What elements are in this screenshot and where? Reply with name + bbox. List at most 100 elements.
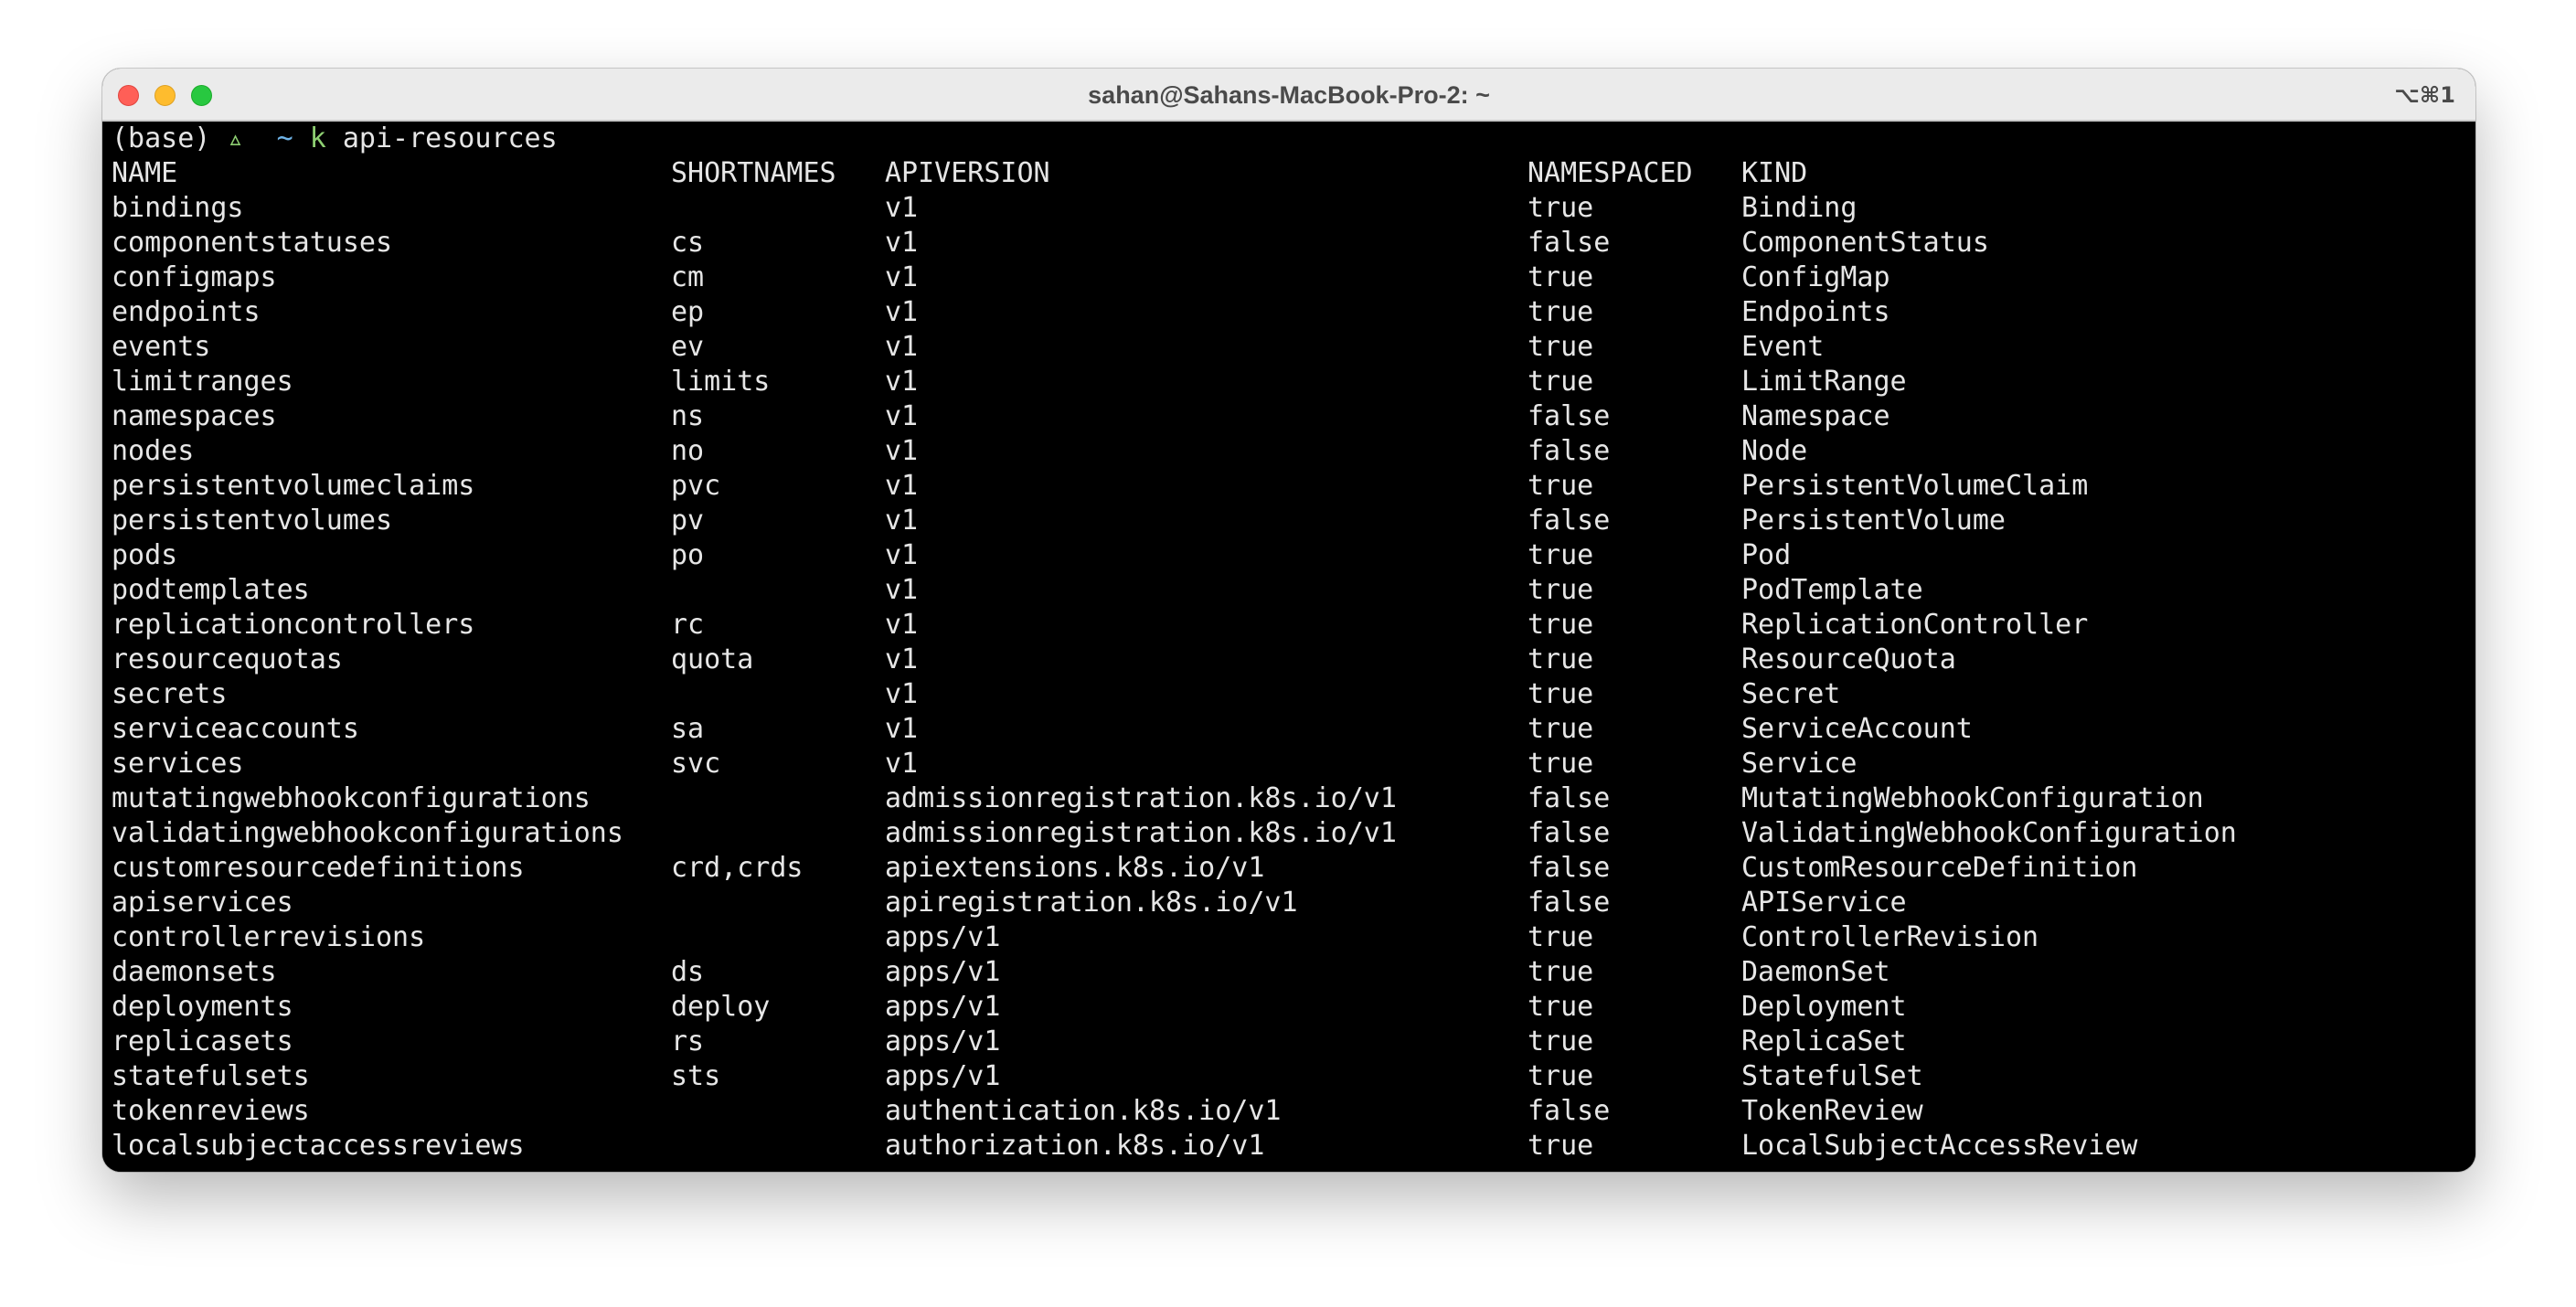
prompt-arrow-icon: ▵ [227,122,244,154]
cell-name: persistentvolumeclaims [112,470,475,502]
cell-kind: DaemonSet [1741,956,1890,988]
cell-namespaced: false [1528,1095,1611,1127]
table-row: endpoints ep v1 true Endpoints [112,295,2475,330]
cell-kind: ControllerRevision [1741,921,2039,953]
cell-namespaced: true [1528,1130,1594,1162]
cell-kind: APIService [1741,887,1907,919]
cell-name: persistentvolumes [112,505,393,537]
terminal-output[interactable]: (base) ▵ ~ k api-resources NAME SHORTNAM… [102,122,2475,1172]
table-row: bindings v1 true Binding [112,191,2475,226]
cell-apiversion: v1 [885,470,919,502]
cell-shortnames: ns [671,400,705,432]
cell-namespaced: true [1528,713,1594,745]
cell-apiversion: v1 [885,296,919,328]
table-row: nodes no v1 false Node [112,434,2475,469]
cell-apiversion: admissionregistration.k8s.io/v1 [885,782,1397,814]
cell-kind: Event [1741,331,1825,363]
prompt-env: (base) [112,122,211,154]
cell-apiversion: v1 [885,574,919,606]
cell-name: secrets [112,678,228,710]
prompt-arguments: api-resources [342,122,558,154]
cell-name: tokenreviews [112,1095,310,1127]
cell-name: statefulsets [112,1060,310,1092]
cell-apiversion: apiregistration.k8s.io/v1 [885,887,1298,919]
table-row: daemonsets ds apps/v1 true DaemonSet [112,955,2475,990]
cell-shortnames: sts [671,1060,721,1092]
table-row: tokenreviews authentication.k8s.io/v1 fals… [112,1094,2475,1129]
cell-namespaced: true [1528,609,1594,641]
cell-name: replicasets [112,1025,293,1057]
table-row: resourcequotas quota v1 true ResourceQuota [112,643,2475,677]
cell-shortnames: deploy [671,991,771,1023]
cell-name: localsubjectaccessreviews [112,1130,525,1162]
cell-name: pods [112,539,178,571]
cell-namespaced: true [1528,366,1594,398]
cell-apiversion: v1 [885,261,919,293]
cell-namespaced: true [1528,956,1594,988]
cell-kind: StatefulSet [1741,1060,1923,1092]
cell-kind: Secret [1741,678,1841,710]
cell-kind: Node [1741,435,1808,467]
cell-namespaced: false [1528,887,1611,919]
cell-kind: ReplicationController [1741,609,2089,641]
cell-kind: Deployment [1741,991,1907,1023]
table-row: configmaps cm v1 true ConfigMap [112,260,2475,295]
cell-namespaced: true [1528,1025,1594,1057]
cell-name: bindings [112,192,244,224]
table-row: deployments deploy apps/v1 true Deployment [112,990,2475,1025]
cell-name: events [112,331,211,363]
cell-namespaced: true [1528,991,1594,1023]
cell-apiversion: v1 [885,678,919,710]
cell-apiversion: admissionregistration.k8s.io/v1 [885,817,1397,849]
cell-name: namespaces [112,400,277,432]
cell-name: validatingwebhookconfigurations [112,817,623,849]
cell-kind: Service [1741,748,1857,780]
cell-name: serviceaccounts [112,713,359,745]
cell-namespaced: true [1528,296,1594,328]
window-title: sahan@Sahans-MacBook-Pro-2: ~ [1088,81,1490,109]
table-row: replicasets rs apps/v1 true ReplicaSet [112,1025,2475,1059]
table-row: namespaces ns v1 false Namespace [112,399,2475,434]
cell-apiversion: authorization.k8s.io/v1 [885,1130,1265,1162]
cell-apiversion: authentication.k8s.io/v1 [885,1095,1282,1127]
cell-namespaced: true [1528,921,1594,953]
cell-shortnames: cm [671,261,705,293]
cell-apiversion: v1 [885,505,919,537]
cell-name: deployments [112,991,293,1023]
cell-shortnames: limits [671,366,771,398]
cell-kind: ValidatingWebhookConfiguration [1741,817,2237,849]
header-name: NAME [112,157,178,189]
table-row: localsubjectaccessreviews authorization.k… [112,1129,2475,1164]
cell-shortnames: pvc [671,470,721,502]
cell-kind: ServiceAccount [1741,713,1973,745]
cell-apiversion: apps/v1 [885,1060,1001,1092]
cell-name: daemonsets [112,956,277,988]
header-apiversion: APIVERSION [885,157,1050,189]
cell-apiversion: v1 [885,643,919,675]
cell-name: endpoints [112,296,261,328]
cell-shortnames: svc [671,748,721,780]
cell-namespaced: false [1528,852,1611,884]
cell-name: customresourcedefinitions [112,852,525,884]
cell-name: services [112,748,244,780]
cell-namespaced: true [1528,574,1594,606]
table-row: serviceaccounts sa v1 true ServiceAccount [112,712,2475,747]
cell-apiversion: v1 [885,539,919,571]
cell-name: mutatingwebhookconfigurations [112,782,591,814]
table-row: limitranges limits v1 true LimitRange [112,365,2475,399]
header-kind: KIND [1741,157,1808,189]
cell-apiversion: apps/v1 [885,921,1001,953]
cell-kind: ResourceQuota [1741,643,1956,675]
cell-kind: ComponentStatus [1741,227,1989,259]
cell-apiversion: apps/v1 [885,991,1001,1023]
prompt-directory: ~ [276,122,293,154]
title-bar[interactable]: sahan@Sahans-MacBook-Pro-2: ~ ⌥⌘1 [102,69,2475,122]
header-shortnames: SHORTNAMES [671,157,836,189]
table-row: customresourcedefinitions crd,crds apiexte… [112,851,2475,886]
cell-name: resourcequotas [112,643,343,675]
cell-namespaced: true [1528,470,1594,502]
cell-apiversion: v1 [885,366,919,398]
window-shortcut: ⌥⌘1 [2394,82,2455,108]
cell-namespaced: false [1528,817,1611,849]
table-row: componentstatuses cs v1 false ComponentStatu… [112,226,2475,260]
